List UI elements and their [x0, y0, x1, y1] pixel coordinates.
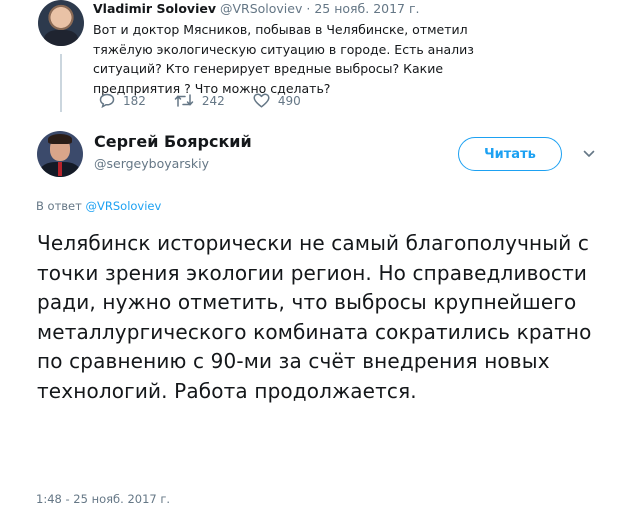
separator-dot: · [306, 1, 311, 16]
avatar[interactable] [37, 131, 83, 177]
tweet-header: Vladimir Soloviev @VRSoloviev · 25 нояб.… [93, 1, 420, 16]
author-name[interactable]: Vladimir Soloviev [93, 1, 216, 16]
retweet-count: 242 [201, 93, 225, 108]
tweet-date[interactable]: 25 нояб. 2017 г. [314, 1, 419, 16]
like-icon [253, 93, 270, 108]
like-count: 490 [277, 93, 301, 108]
author-handle[interactable]: @sergeyboyarskiy [94, 156, 209, 171]
like-button[interactable]: 490 [253, 93, 301, 108]
thread-connector-line [60, 54, 62, 112]
reply-count: 182 [123, 93, 146, 108]
avatar[interactable] [38, 0, 84, 46]
reply-to-mention[interactable]: @VRSoloviev [86, 199, 162, 213]
reply-to-label: В ответ [36, 199, 82, 213]
tweet-text: Вот и доктор Мясников, побывав в Челябин… [93, 22, 474, 96]
retweet-button[interactable]: 242 [174, 93, 225, 108]
author-name[interactable]: Сергей Боярский [94, 132, 252, 151]
follow-button[interactable]: Читать [458, 137, 562, 171]
chevron-down-icon[interactable] [583, 149, 595, 159]
tweet-timestamp[interactable]: 1:48 - 25 нояб. 2017 г. [36, 492, 170, 506]
parent-tweet: Vladimir Soloviev @VRSoloviev · 25 нояб.… [0, 0, 636, 123]
reply-tweet: Сергей Боярский @sergeyboyarskiy Читать … [0, 123, 636, 524]
retweet-icon [174, 94, 194, 107]
tweet-actions: 182 242 490 [99, 93, 329, 108]
tweet-text: Челябинск исторически не самый благополу… [37, 231, 592, 403]
reply-button[interactable]: 182 [99, 93, 146, 108]
author-handle[interactable]: @VRSoloviev [220, 1, 302, 16]
reply-icon [99, 93, 115, 108]
reply-context: В ответ @VRSoloviev [36, 199, 161, 213]
